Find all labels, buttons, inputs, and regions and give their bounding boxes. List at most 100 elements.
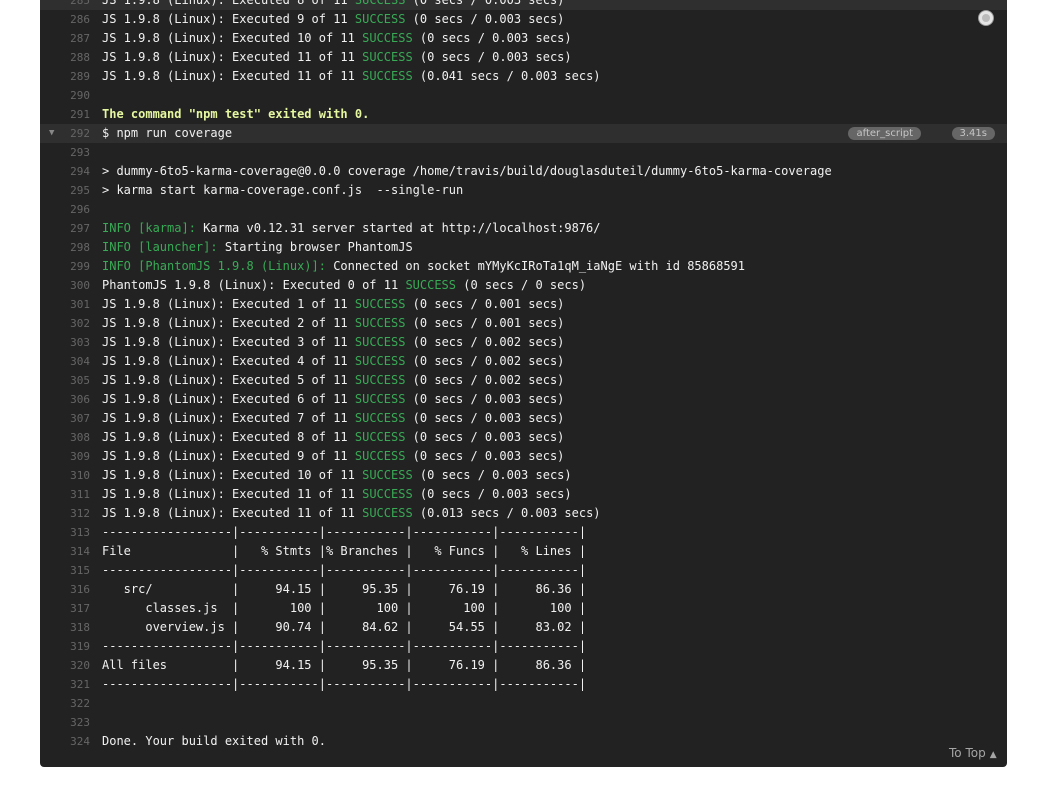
- line-segment: SUCCESS: [362, 69, 413, 83]
- line-segment: classes.js | 100 | 100 | 100 | 100 |: [102, 601, 587, 615]
- line-segment: Starting browser PhantomJS: [224, 240, 413, 254]
- log-line: 305 JS 1.9.8 (Linux): Executed 5 of 11 SU…: [40, 371, 1007, 390]
- log-line: ▼ 292 $ npm run coverage after_script 3.41s: [40, 124, 1007, 143]
- log-line: 317 classes.js | 100 | 100 | 100 | 100 |: [40, 599, 1007, 618]
- line-text: PhantomJS 1.9.8 (Linux): Executed 0 of 1…: [102, 276, 586, 295]
- log-line: 289 JS 1.9.8 (Linux): Executed 11 of 11 S…: [40, 67, 1007, 86]
- log-line: 312 JS 1.9.8 (Linux): Executed 11 of 11 S…: [40, 504, 1007, 523]
- line-segment: (0.041 secs / 0.003 secs): [412, 69, 601, 83]
- log-lines: 285 JS 1.9.8 (Linux): Executed 8 of 11 SU…: [40, 0, 1007, 751]
- line-number[interactable]: 315: [40, 561, 90, 580]
- log-line: 297 INFO [karma]: Karma v0.12.31 server s…: [40, 219, 1007, 238]
- line-text: classes.js | 100 | 100 | 100 | 100 |: [102, 599, 586, 618]
- log-line: 308 JS 1.9.8 (Linux): Executed 8 of 11 SU…: [40, 428, 1007, 447]
- line-segment: (0 secs / 0.003 secs): [412, 468, 572, 482]
- line-segment: (0 secs / 0.003 secs): [405, 449, 565, 463]
- line-segment: ------------------|-----------|---------…: [102, 639, 587, 653]
- line-number[interactable]: 322: [40, 694, 90, 713]
- line-text: ------------------|-----------|---------…: [102, 637, 586, 656]
- line-number[interactable]: 324: [40, 732, 90, 751]
- log-line: 291 The command "npm test" exited with 0.: [40, 105, 1007, 124]
- line-number[interactable]: 291: [40, 105, 90, 124]
- line-number[interactable]: 302: [40, 314, 90, 333]
- line-number[interactable]: 294: [40, 162, 90, 181]
- line-text: ------------------|-----------|---------…: [102, 523, 586, 542]
- line-segment: (0 secs / 0.003 secs): [405, 0, 565, 7]
- line-number[interactable]: 313: [40, 523, 90, 542]
- line-number[interactable]: 289: [40, 67, 90, 86]
- line-number[interactable]: 309: [40, 447, 90, 466]
- duration-badge: 3.41s: [951, 127, 995, 140]
- line-segment: SUCCESS: [405, 278, 457, 292]
- line-number[interactable]: 321: [40, 675, 90, 694]
- line-number[interactable]: 316: [40, 580, 90, 599]
- line-number[interactable]: 314: [40, 542, 90, 561]
- line-segment: SUCCESS: [362, 31, 413, 45]
- line-number[interactable]: 311: [40, 485, 90, 504]
- line-segment: ------------------|-----------|---------…: [102, 563, 587, 577]
- line-segment: (0 secs / 0.002 secs): [405, 335, 565, 349]
- line-text: All files | 94.15 | 95.35 | 76.19 | 86.3…: [102, 656, 586, 675]
- line-number[interactable]: 319: [40, 637, 90, 656]
- line-number[interactable]: 288: [40, 48, 90, 67]
- line-text: JS 1.9.8 (Linux): Executed 4 of 11 SUCCE…: [102, 352, 564, 371]
- line-number[interactable]: 312: [40, 504, 90, 523]
- line-segment: INFO [PhantomJS 1.9.8 (Linux)]:: [102, 259, 334, 273]
- line-number[interactable]: 303: [40, 333, 90, 352]
- line-number[interactable]: 290: [40, 86, 90, 105]
- line-segment: Connected on socket mYMyKcIRoTa1qM_iaNgE…: [333, 259, 745, 273]
- log-line: 314 File | % Stmts |% Branches | % Funcs …: [40, 542, 1007, 561]
- line-segment: File | % Stmts |% Branches | % Funcs | %…: [102, 544, 587, 558]
- log-line: 304 JS 1.9.8 (Linux): Executed 4 of 11 SU…: [40, 352, 1007, 371]
- line-segment: Karma v0.12.31 server started at http://…: [203, 221, 601, 235]
- line-number[interactable]: 287: [40, 29, 90, 48]
- line-number[interactable]: 320: [40, 656, 90, 675]
- line-number[interactable]: 285: [40, 0, 90, 10]
- log-line: 306 JS 1.9.8 (Linux): Executed 6 of 11 SU…: [40, 390, 1007, 409]
- line-number[interactable]: 286: [40, 10, 90, 29]
- line-number[interactable]: 323: [40, 713, 90, 732]
- line-number[interactable]: 317: [40, 599, 90, 618]
- line-segment: > dummy-6to5-karma-coverage@0.0.0 covera…: [102, 164, 832, 178]
- line-number[interactable]: 308: [40, 428, 90, 447]
- fold-name-badge: after_script: [848, 127, 921, 140]
- line-number[interactable]: 295: [40, 181, 90, 200]
- to-top-link[interactable]: To Top ▲: [949, 746, 997, 760]
- line-segment: (0 secs / 0.003 secs): [412, 50, 572, 64]
- line-segment: SUCCESS: [362, 506, 413, 520]
- line-text: INFO [launcher]: Starting browser Phanto…: [102, 238, 413, 257]
- line-number[interactable]: 304: [40, 352, 90, 371]
- line-text: Done. Your build exited with 0.: [102, 732, 326, 751]
- line-number[interactable]: 305: [40, 371, 90, 390]
- line-segment: INFO [launcher]:: [102, 240, 225, 254]
- line-segment: ------------------|-----------|---------…: [102, 677, 587, 691]
- line-number[interactable]: 299: [40, 257, 90, 276]
- line-segment: SUCCESS: [354, 297, 406, 311]
- line-number[interactable]: 318: [40, 618, 90, 637]
- line-number[interactable]: 300: [40, 276, 90, 295]
- log-line: 309 JS 1.9.8 (Linux): Executed 9 of 11 SU…: [40, 447, 1007, 466]
- line-number[interactable]: 306: [40, 390, 90, 409]
- line-number[interactable]: 298: [40, 238, 90, 257]
- line-text: JS 1.9.8 (Linux): Executed 9 of 11 SUCCE…: [102, 10, 564, 29]
- log-line: 285 JS 1.9.8 (Linux): Executed 8 of 11 SU…: [40, 0, 1007, 10]
- line-number[interactable]: 293: [40, 143, 90, 162]
- line-segment: (0 secs / 0.002 secs): [405, 373, 565, 387]
- line-segment: PhantomJS 1.9.8 (Linux): Executed 0 of 1…: [102, 278, 406, 292]
- line-text: JS 1.9.8 (Linux): Executed 7 of 11 SUCCE…: [102, 409, 564, 428]
- line-number[interactable]: 296: [40, 200, 90, 219]
- line-segment: SUCCESS: [362, 50, 413, 64]
- line-number[interactable]: 292: [40, 124, 90, 143]
- line-text: JS 1.9.8 (Linux): Executed 8 of 11 SUCCE…: [102, 0, 564, 10]
- line-segment: SUCCESS: [354, 354, 406, 368]
- log-line: 318 overview.js | 90.74 | 84.62 | 54.55 …: [40, 618, 1007, 637]
- line-number[interactable]: 307: [40, 409, 90, 428]
- line-segment: JS 1.9.8 (Linux): Executed 1 of 11: [102, 297, 355, 311]
- line-segment: JS 1.9.8 (Linux): Executed 11 of 11: [102, 69, 363, 83]
- scroll-indicator-icon[interactable]: [979, 11, 993, 25]
- line-number[interactable]: 310: [40, 466, 90, 485]
- line-text: JS 1.9.8 (Linux): Executed 2 of 11 SUCCE…: [102, 314, 564, 333]
- line-number[interactable]: 297: [40, 219, 90, 238]
- line-text: ------------------|-----------|---------…: [102, 675, 586, 694]
- line-number[interactable]: 301: [40, 295, 90, 314]
